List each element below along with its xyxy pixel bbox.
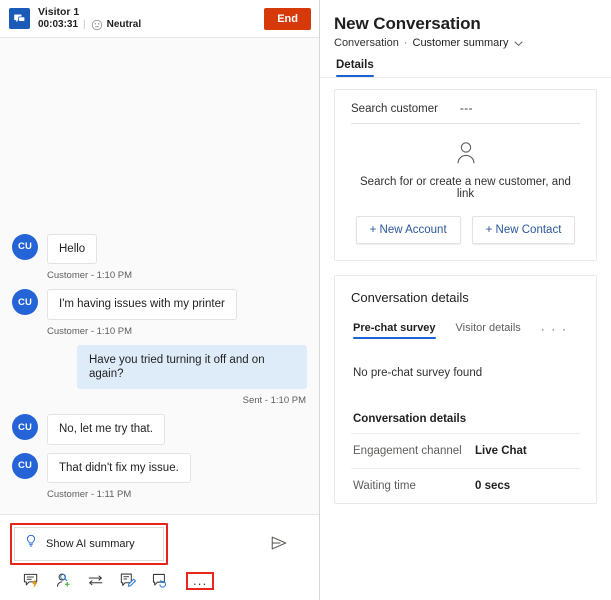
breadcrumb: Conversation · Customer summary (320, 34, 611, 49)
message-bubble: I'm having issues with my printer (47, 289, 237, 320)
details-tabs: Details (320, 49, 611, 77)
message-status: Customer - 1:10 PM (47, 270, 132, 282)
field-row: Engagement channel Live Chat (351, 433, 580, 468)
search-customer-row[interactable]: Search customer --- (351, 103, 580, 123)
field-row: Waiting time 0 secs (351, 468, 580, 503)
breadcrumb-separator: · (403, 37, 408, 49)
subtab-overflow-button[interactable]: · · · (541, 322, 568, 336)
chat-bubble-icon (9, 8, 30, 29)
add-participant-icon[interactable] (54, 571, 73, 590)
elapsed-time: 00:03:31 (38, 19, 79, 31)
conversation-details-heading: Conversation details (353, 413, 467, 425)
subtab-visitor-details[interactable]: Visitor details (456, 322, 521, 339)
breadcrumb-root[interactable]: Conversation (334, 37, 399, 49)
ai-summary-highlight: Show AI summary (10, 523, 168, 565)
sentiment-label: Neutral (106, 19, 142, 31)
avatar: CU (12, 289, 38, 316)
subline-divider: | (83, 19, 86, 31)
message-row: CU No, let me try that. (12, 414, 307, 445)
transfer-icon[interactable] (86, 571, 105, 590)
avatar: CU (12, 452, 38, 479)
chat-pane: Visitor 1 00:03:31 | Neutral End CU Hell… (0, 0, 320, 600)
end-conversation-button[interactable]: End (264, 7, 311, 30)
visitor-name: Visitor 1 (38, 5, 80, 18)
send-button[interactable] (269, 534, 289, 555)
search-customer-underline (351, 123, 580, 124)
details-pane: New Conversation Conversation · Customer… (320, 0, 611, 600)
notes-icon[interactable] (118, 571, 137, 590)
customer-card: Search customer --- Search for or create… (334, 89, 597, 261)
tab-details[interactable]: Details (336, 59, 374, 77)
more-options-highlight: ... (186, 571, 215, 590)
message-row: CU I'm having issues with my printer (12, 289, 307, 320)
person-icon (351, 140, 580, 167)
show-ai-summary-label: Show AI summary (46, 538, 135, 550)
page-title: New Conversation (334, 14, 481, 33)
more-options-button[interactable]: ... (190, 574, 210, 587)
conversation-summary-icon[interactable] (150, 571, 169, 590)
conversation-details-title: Conversation details (351, 290, 469, 305)
neutral-face-icon (91, 19, 103, 31)
conversation-details-card: Conversation details Pre-chat survey Vis… (334, 275, 597, 504)
field-key: Waiting time (353, 480, 416, 492)
search-customer-value: --- (459, 103, 473, 115)
message-bubble: That didn't fix my issue. (47, 452, 191, 483)
visitor-subline: 00:03:31 | Neutral (38, 19, 141, 31)
chat-header: Visitor 1 00:03:31 | Neutral End (0, 0, 319, 38)
conversation-subtabs: Pre-chat survey Visitor details · · · (351, 322, 580, 339)
field-value: 0 secs (475, 480, 511, 492)
visitor-meta: Visitor 1 00:03:31 | Neutral (38, 6, 141, 31)
message-bubble: Have you tried turning it off and on aga… (77, 344, 307, 390)
new-account-button[interactable]: + New Account (355, 216, 461, 244)
lightbulb-icon (24, 534, 38, 554)
message-list: CU Hello Customer - 1:10 PM CU I'm havin… (0, 38, 319, 514)
compose-row: Show AI summary (10, 523, 309, 565)
pre-chat-survey-empty: No pre-chat survey found (353, 367, 483, 379)
subtab-pre-chat-survey[interactable]: Pre-chat survey (353, 322, 436, 339)
show-ai-summary-button[interactable]: Show AI summary (14, 527, 164, 561)
message-row: CU Hello (12, 233, 307, 265)
message-status: Sent - 1:10 PM (242, 395, 306, 407)
search-customer-label: Search customer (351, 103, 438, 115)
chevron-down-icon[interactable] (513, 38, 524, 49)
new-contact-button[interactable]: + New Contact (471, 216, 576, 244)
message-status: Customer - 1:11 PM (47, 489, 132, 500)
message-bubble: No, let me try that. (47, 414, 165, 445)
avatar: CU (12, 414, 38, 441)
app-root: Visitor 1 00:03:31 | Neutral End CU Hell… (0, 0, 611, 600)
message-row: CU That didn't fix my issue. (12, 452, 307, 483)
message-status: Customer - 1:10 PM (47, 325, 132, 337)
send-icon (269, 534, 289, 555)
breadcrumb-current[interactable]: Customer summary (413, 37, 509, 49)
customer-actions: + New Account + New Contact (351, 216, 580, 244)
field-value: Live Chat (475, 445, 527, 457)
avatar: CU (12, 233, 38, 260)
chat-toolbar: ... (10, 565, 309, 596)
message-bubble: Hello (47, 233, 98, 265)
tabs-divider (320, 77, 611, 78)
field-key: Engagement channel (353, 445, 462, 457)
quick-replies-icon[interactable] (22, 571, 41, 590)
compose-area: Show AI summary ... (0, 514, 319, 600)
customer-empty-text: Search for or create a new customer, and… (360, 176, 571, 200)
message-row: Have you tried turning it off and on aga… (12, 344, 307, 390)
